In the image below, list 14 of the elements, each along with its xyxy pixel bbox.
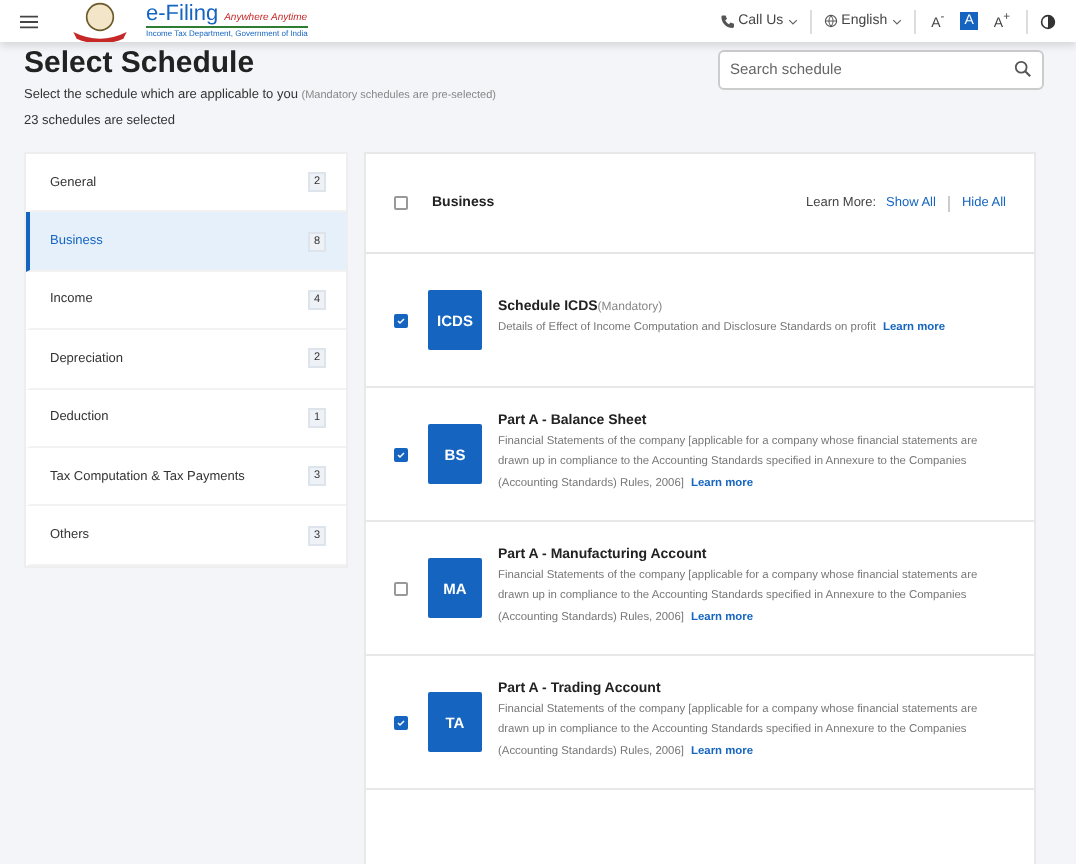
chevron-down-icon (891, 17, 902, 25)
globe-icon (823, 14, 838, 28)
brand-name: e-Filing (146, 4, 219, 26)
checkbox[interactable] (394, 313, 408, 327)
phone-icon (720, 14, 735, 28)
search-icon[interactable] (1014, 59, 1032, 77)
menu-icon[interactable] (20, 13, 38, 29)
page-title: Select Schedule (24, 48, 257, 80)
checkbox[interactable] (394, 715, 408, 729)
checkbox[interactable] (394, 581, 408, 595)
checkbox[interactable] (394, 447, 408, 461)
chevron-down-icon (787, 17, 798, 25)
checkbox[interactable] (394, 196, 408, 210)
contrast-icon[interactable] (1040, 13, 1056, 29)
